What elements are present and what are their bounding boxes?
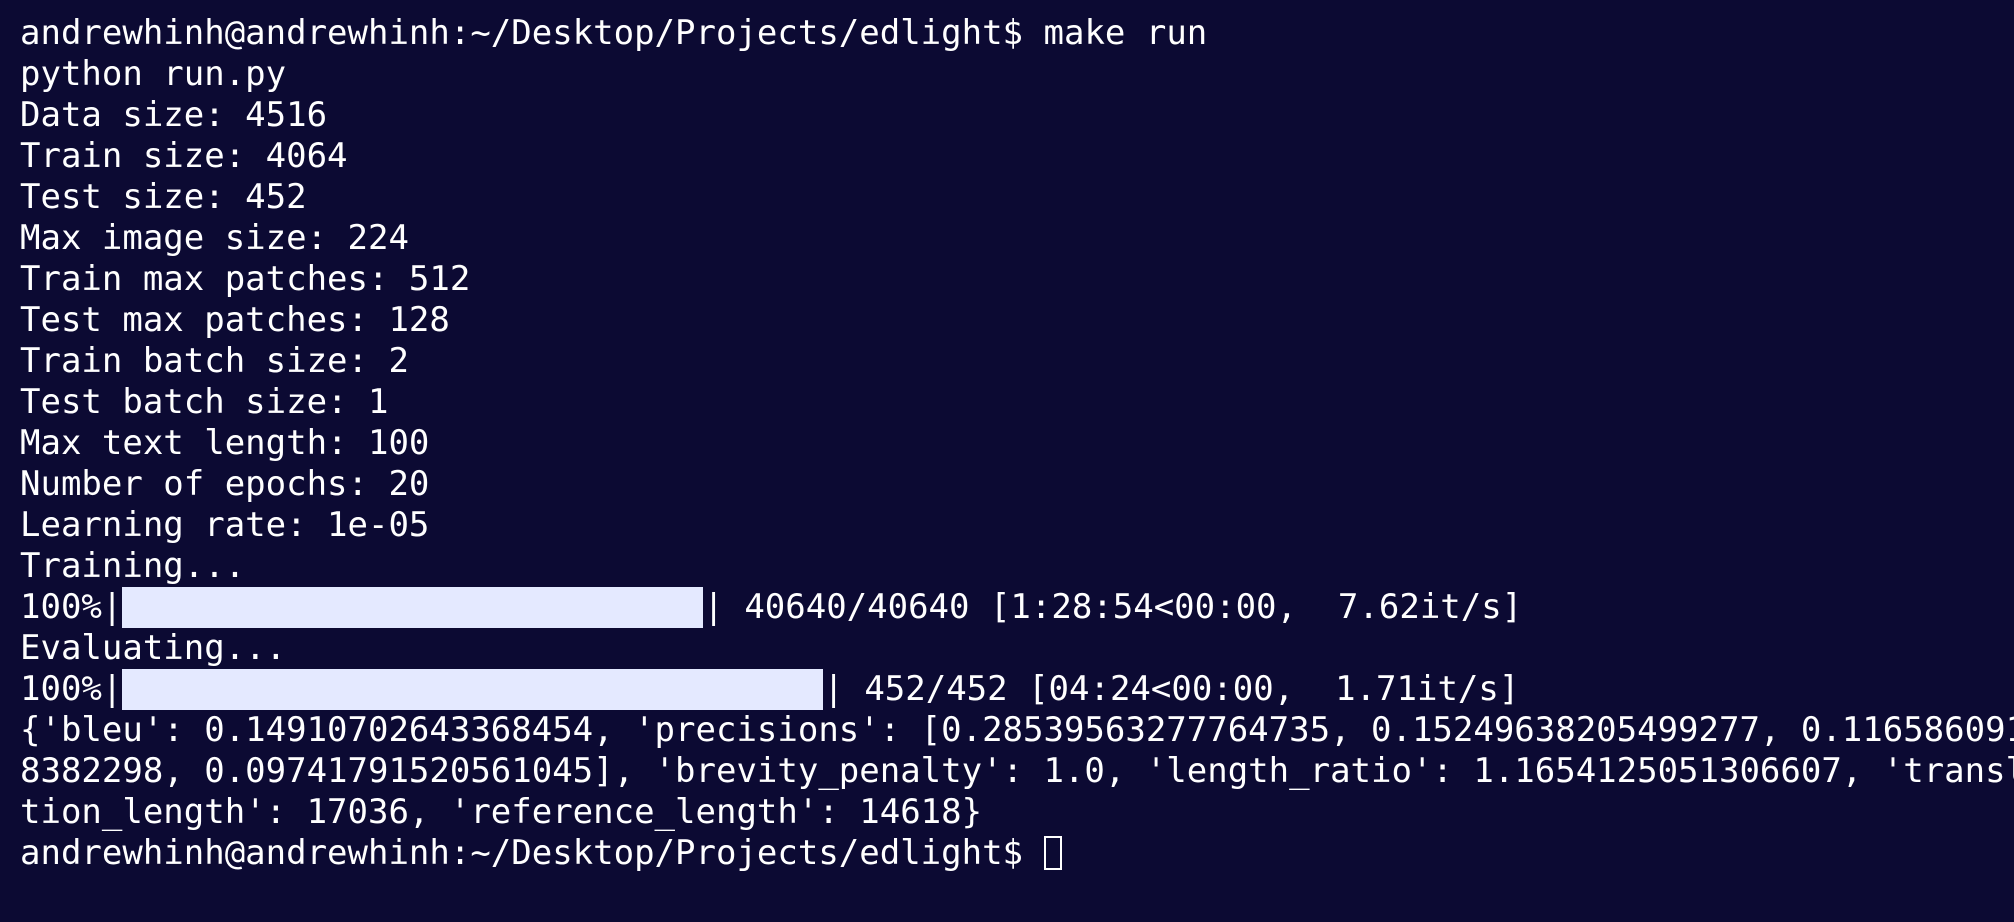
evaluating-line: Evaluating... xyxy=(20,628,287,668)
output-line: Train batch size: 2 xyxy=(20,341,409,381)
final-prompt-line[interactable]: andrewhinh@andrewhinh:~/Desktop/Projects… xyxy=(20,833,2010,874)
output-line: Learning rate: 1e-05 xyxy=(20,505,430,545)
output-line: Test max patches: 128 xyxy=(20,300,450,340)
output-line: Train max patches: 512 xyxy=(20,259,471,299)
eval-progress-stats: | 452/452 [04:24<00:00, 1.71it/s] xyxy=(823,669,1520,709)
command-line: andrewhinh@andrewhinh:~/Desktop/Projects… xyxy=(20,13,2010,54)
output-line: Max image size: 224 xyxy=(20,218,409,258)
train-progress-stats: | 40640/40640 [1:28:54<00:00, 7.62it/s] xyxy=(703,587,1523,627)
train-progress-percent: 100% xyxy=(20,587,102,627)
train-progress-line: 100%| | 40640/40640 [1:28:54<00:00, 7.62i… xyxy=(20,587,1523,628)
eval-progress-percent: 100% xyxy=(20,669,102,709)
terminal-cursor xyxy=(1043,836,1062,870)
output-line: Number of epochs: 20 xyxy=(20,464,430,504)
shell-prompt: andrewhinh@andrewhinh:~/Desktop/Projects… xyxy=(20,13,1044,53)
command-text: make run xyxy=(1043,13,1208,53)
eval-progress-line: 100%| | 452/452 [04:24<00:00, 1.71it/s] xyxy=(20,669,1520,710)
results-line: 8382298, 0.09741791520561045], 'brevity_… xyxy=(20,751,2014,791)
output-line: Max text length: 100 xyxy=(20,423,430,463)
train-progress-bar xyxy=(122,587,704,628)
shell-prompt: andrewhinh@andrewhinh:~/Desktop/Projects… xyxy=(20,833,1044,873)
output-line: Train size: 4064 xyxy=(20,136,348,176)
results-line: tion_length': 17036, 'reference_length':… xyxy=(20,792,983,832)
output-line: Data size: 4516 xyxy=(20,95,328,135)
output-line: Test batch size: 1 xyxy=(20,382,389,422)
output-line: python run.py xyxy=(20,54,287,94)
terminal-window[interactable]: andrewhinh@andrewhinh:~/Desktop/Projects… xyxy=(20,13,2014,874)
eval-progress-bar xyxy=(122,669,824,710)
output-line: Test size: 452 xyxy=(20,177,307,217)
results-line: {'bleu': 0.14910702643368454, 'precision… xyxy=(20,710,2014,750)
output-line: Training... xyxy=(20,546,246,586)
